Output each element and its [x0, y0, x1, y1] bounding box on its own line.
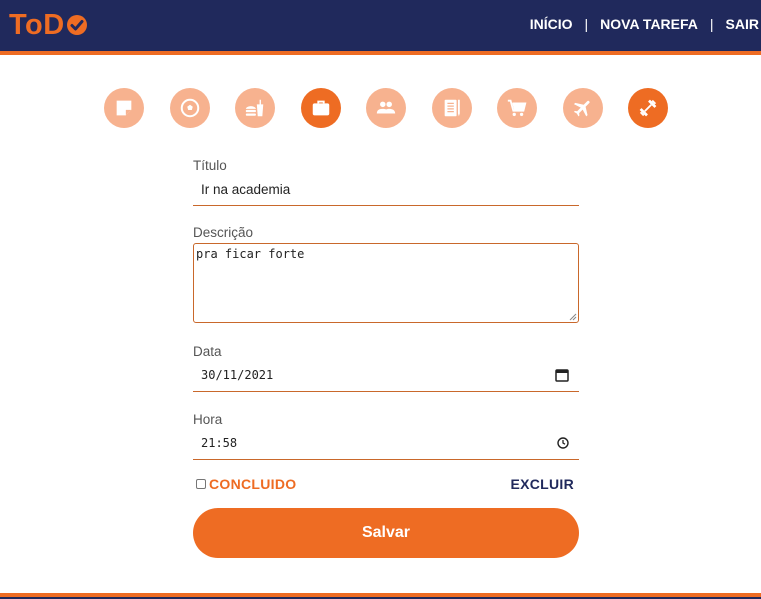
- nav-home-link[interactable]: INÍCIO: [530, 16, 573, 32]
- date-label: Data: [193, 344, 222, 359]
- form-actions: CONCLUIDO EXCLUIR: [193, 476, 579, 492]
- category-study[interactable]: [431, 88, 472, 128]
- header: ToD INÍCIO | NOVA TAREFA | SAIR: [0, 0, 761, 55]
- nav-new-task-link[interactable]: NOVA TAREFA: [600, 16, 698, 32]
- time-value: 21:58: [201, 436, 238, 450]
- category-work[interactable]: [300, 88, 341, 128]
- delete-button[interactable]: EXCLUIR: [510, 476, 574, 492]
- category-sticky-note[interactable]: [104, 88, 144, 128]
- title-input[interactable]: Ir na academia: [193, 173, 579, 206]
- logo[interactable]: ToD: [9, 8, 88, 42]
- calendar-icon[interactable]: [555, 368, 569, 382]
- date-input[interactable]: 30/11/2021: [193, 359, 579, 392]
- main-nav: INÍCIO | NOVA TAREFA | SAIR: [530, 16, 759, 32]
- category-icons: [104, 88, 668, 128]
- nav-logout-link[interactable]: SAIR: [726, 16, 759, 32]
- nav-separator: |: [709, 16, 714, 32]
- people-icon: [376, 101, 396, 114]
- logo-text: ToD: [9, 8, 65, 41]
- category-gym[interactable]: [628, 88, 668, 128]
- briefcase-icon: [312, 100, 329, 116]
- fast-food-icon: [245, 99, 264, 117]
- description-textarea[interactable]: pra ficar forte: [193, 243, 579, 323]
- category-social[interactable]: [366, 88, 406, 128]
- resize-grip-icon[interactable]: [569, 313, 577, 321]
- done-toggle: CONCLUIDO: [193, 476, 296, 492]
- clock-icon[interactable]: [557, 437, 569, 449]
- task-form: Título Ir na academia Descrição pra fica…: [193, 158, 579, 558]
- time-label: Hora: [193, 412, 223, 427]
- nav-separator: |: [584, 16, 589, 32]
- dumbbell-icon: [639, 99, 657, 117]
- airplane-icon: [573, 100, 590, 117]
- category-food[interactable]: [235, 88, 275, 128]
- logo-check-icon: [66, 15, 87, 35]
- time-input[interactable]: 21:58: [193, 427, 579, 460]
- description-value: pra ficar forte: [196, 247, 305, 261]
- shopping-cart-icon: [507, 99, 527, 117]
- soccer-ball-icon: [180, 98, 199, 118]
- save-button[interactable]: Salvar: [193, 508, 579, 558]
- category-shopping[interactable]: [497, 88, 537, 128]
- sticky-note-icon: [116, 100, 132, 116]
- done-checkbox[interactable]: [196, 479, 206, 489]
- notebook-icon: [444, 99, 460, 117]
- date-value: 30/11/2021: [201, 368, 274, 382]
- title-label: Título: [193, 158, 227, 173]
- category-sports[interactable]: [169, 88, 210, 128]
- footer-bar: [0, 593, 761, 599]
- done-label[interactable]: CONCLUIDO: [209, 476, 296, 492]
- category-travel[interactable]: [562, 88, 603, 128]
- description-label: Descrição: [193, 225, 254, 240]
